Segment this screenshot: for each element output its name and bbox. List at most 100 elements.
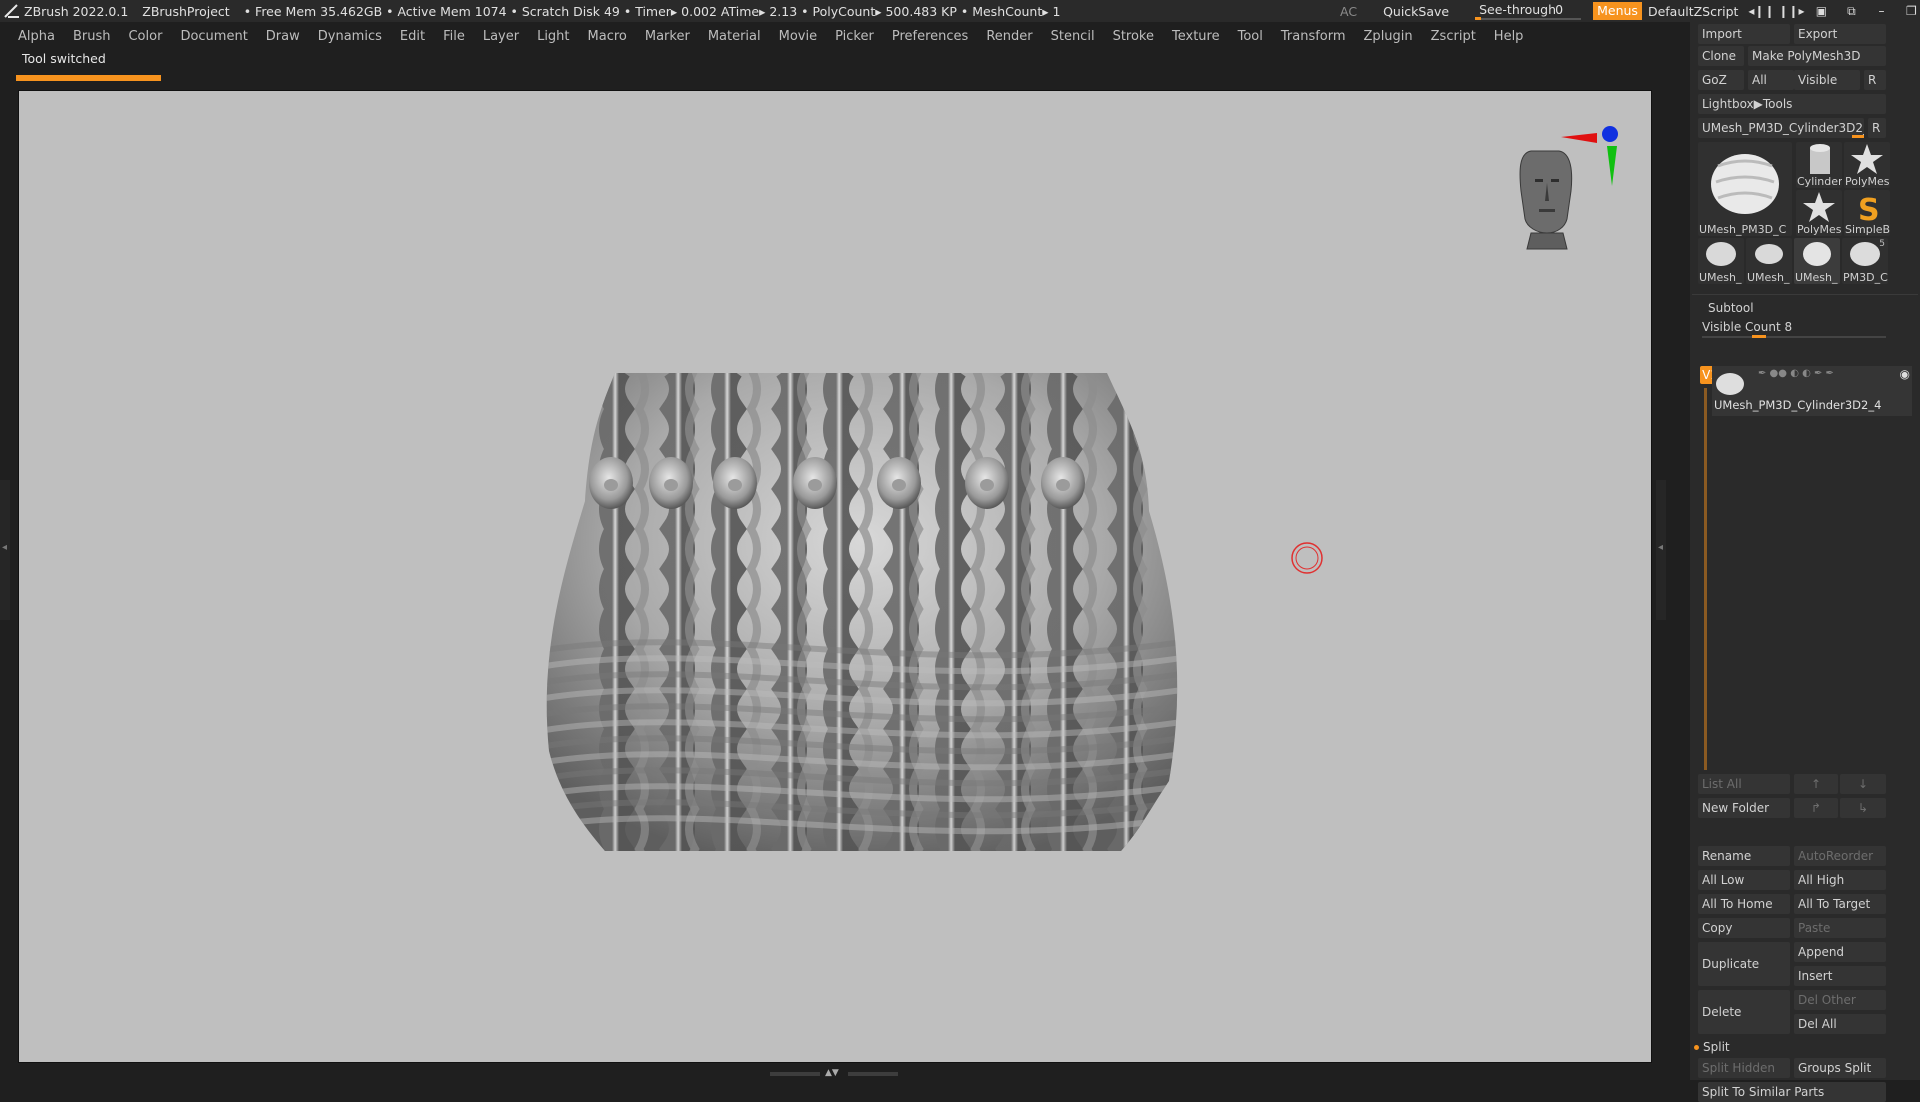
menu-picker[interactable]: Picker	[826, 29, 883, 44]
subtool-list-scrollbar[interactable]	[1704, 388, 1707, 770]
goz-r-button[interactable]: R	[1864, 70, 1886, 90]
canvas-scene	[546, 126, 1618, 851]
make-polymesh-button[interactable]: Make PolyMesh3D	[1748, 46, 1886, 66]
menu-movie[interactable]: Movie	[770, 29, 826, 44]
layout-left-icon[interactable]: ◂❙❙	[1748, 0, 1774, 22]
left-tray-handle[interactable]: ◂	[0, 480, 10, 620]
minimize-icon[interactable]: –	[1870, 0, 1892, 22]
thumb-umesh-1[interactable]: UMesh_	[1698, 238, 1744, 284]
menu-color[interactable]: Color	[119, 29, 171, 44]
menu-document[interactable]: Document	[171, 29, 256, 44]
goz-button[interactable]: GoZ	[1698, 70, 1744, 90]
thumb-polymesh2-caption: PolyMes	[1797, 223, 1842, 236]
menu-material[interactable]: Material	[699, 29, 770, 44]
all-low-button[interactable]: All Low	[1698, 870, 1790, 890]
all-to-target-button[interactable]: All To Target	[1794, 894, 1886, 914]
move-down-icon[interactable]: ↓	[1840, 774, 1886, 794]
auto-reorder-button[interactable]: AutoReorder	[1794, 846, 1886, 866]
subtool-title[interactable]: Subtool	[1708, 301, 1754, 315]
paste-button[interactable]: Paste	[1794, 918, 1886, 938]
tool-switched-notice: Tool switched	[22, 51, 106, 66]
goz-visible-button[interactable]: Visible	[1794, 70, 1860, 90]
thumb-simplebrush[interactable]: S SimpleB	[1844, 190, 1890, 236]
quicksave-button[interactable]: QuickSave	[1383, 4, 1449, 19]
menu-marker[interactable]: Marker	[636, 29, 699, 44]
del-other-button[interactable]: Del Other	[1794, 990, 1886, 1010]
thumb-polymesh[interactable]: PolyMes	[1844, 142, 1890, 188]
see-through-value: 0	[1555, 2, 1564, 17]
delete-button[interactable]: Delete	[1698, 990, 1790, 1034]
duplicate-button[interactable]: Duplicate	[1698, 942, 1790, 986]
braid-strand	[599, 373, 635, 851]
list-all-button[interactable]: List All	[1698, 774, 1790, 794]
menus-toggle-button[interactable]: Menus	[1593, 2, 1642, 20]
menu-tool[interactable]: Tool	[1229, 29, 1272, 44]
menu-edit[interactable]: Edit	[391, 29, 434, 44]
append-button[interactable]: Append	[1794, 942, 1886, 962]
rename-button[interactable]: Rename	[1698, 846, 1790, 866]
thumb-umesh-2[interactable]: UMesh_	[1746, 238, 1792, 284]
window-tile-icon[interactable]: ▣	[1810, 0, 1832, 22]
menu-layer[interactable]: Layer	[474, 29, 528, 44]
menu-zscript[interactable]: Zscript	[1422, 29, 1485, 44]
canvas-viewport[interactable]	[18, 90, 1652, 1063]
thumb-small-3-caption: UMesh_	[1795, 271, 1838, 284]
thumb-polymesh-2[interactable]: PolyMes	[1796, 190, 1842, 236]
bottom-tray-handle[interactable]: ▲▼	[770, 1068, 900, 1078]
del-all-button[interactable]: Del All	[1794, 1014, 1886, 1034]
thumb-pm3d[interactable]: 5 PM3D_C	[1842, 238, 1888, 284]
tool-r-button[interactable]: R	[1868, 118, 1886, 138]
new-folder-button[interactable]: New Folder	[1698, 798, 1790, 818]
thumb-small-2-caption: UMesh_	[1747, 271, 1790, 284]
all-high-button[interactable]: All High	[1794, 870, 1886, 890]
groups-split-button[interactable]: Groups Split	[1794, 1058, 1886, 1078]
insert-button[interactable]: Insert	[1794, 966, 1886, 986]
menu-render[interactable]: Render	[977, 29, 1041, 44]
copy-button[interactable]: Copy	[1698, 918, 1790, 938]
import-button[interactable]: Import	[1698, 24, 1790, 44]
folder-arrow-up-icon[interactable]: ↱	[1794, 798, 1838, 818]
menu-stroke[interactable]: Stroke	[1104, 29, 1163, 44]
thumb-umesh-3[interactable]: UMesh_	[1794, 238, 1840, 284]
move-up-icon[interactable]: ↑	[1794, 774, 1838, 794]
split-section-header[interactable]: Split	[1694, 1040, 1730, 1054]
menu-texture[interactable]: Texture	[1163, 29, 1229, 44]
current-tool-slider[interactable]: UMesh_PM3D_Cylinder3D2_4	[1698, 118, 1864, 138]
menu-file[interactable]: File	[434, 29, 474, 44]
split-similar-parts-button[interactable]: Split To Similar Parts	[1698, 1082, 1886, 1102]
menu-alpha[interactable]: Alpha	[0, 29, 64, 44]
split-hidden-button[interactable]: Split Hidden	[1698, 1058, 1790, 1078]
clone-button[interactable]: Clone	[1698, 46, 1744, 66]
menu-dynamics[interactable]: Dynamics	[309, 29, 391, 44]
menu-macro[interactable]: Macro	[579, 29, 636, 44]
lightbox-tools-button[interactable]: Lightbox▶Tools	[1698, 94, 1886, 114]
window-restore-icon[interactable]: ⧉	[1840, 0, 1862, 22]
navigation-head-icon[interactable]	[1519, 150, 1573, 250]
menu-brush[interactable]: Brush	[64, 29, 120, 44]
thumb-cylinder[interactable]: Cylinder	[1796, 142, 1842, 188]
goz-all-button[interactable]: All	[1748, 70, 1794, 90]
ac-button[interactable]: AC	[1340, 4, 1357, 19]
visibility-eye-icon[interactable]: ◉	[1900, 367, 1910, 381]
folder-arrow-down-icon[interactable]: ↳	[1840, 798, 1886, 818]
menu-zplugin[interactable]: Zplugin	[1355, 29, 1422, 44]
brush-cursor-icon	[1291, 542, 1323, 574]
layout-right-icon[interactable]: ❙❙▸	[1778, 0, 1804, 22]
menu-light[interactable]: Light	[528, 29, 578, 44]
menu-transform[interactable]: Transform	[1272, 29, 1355, 44]
menu-draw[interactable]: Draw	[257, 29, 309, 44]
maximize-icon[interactable]: ❐	[1900, 0, 1920, 22]
menu-help[interactable]: Help	[1485, 29, 1533, 44]
see-through-slider[interactable]: See-through 0	[1473, 0, 1583, 22]
menu-preferences[interactable]: Preferences	[883, 29, 977, 44]
default-zscript-button[interactable]: DefaultZScript	[1648, 4, 1739, 19]
all-to-home-button[interactable]: All To Home	[1698, 894, 1790, 914]
thumb-current-tool[interactable]: UMesh_PM3D_C	[1698, 142, 1792, 236]
tool-palette: Import Export Clone Make PolyMesh3D GoZ …	[1690, 22, 1920, 1102]
subtool-list-item[interactable]: ✒ ●● ◐ ◐ ✒ ✒ ◉ UMesh_PM3D_Cylinder3D2_4	[1712, 366, 1912, 416]
export-button[interactable]: Export	[1794, 24, 1886, 44]
subtool-row-icons: ✒ ●● ◐ ◐ ✒ ✒	[1758, 368, 1834, 379]
right-tray-handle[interactable]: ◂	[1656, 480, 1666, 620]
visible-count-label[interactable]: Visible Count 8	[1702, 320, 1792, 334]
menu-stencil[interactable]: Stencil	[1042, 29, 1104, 44]
